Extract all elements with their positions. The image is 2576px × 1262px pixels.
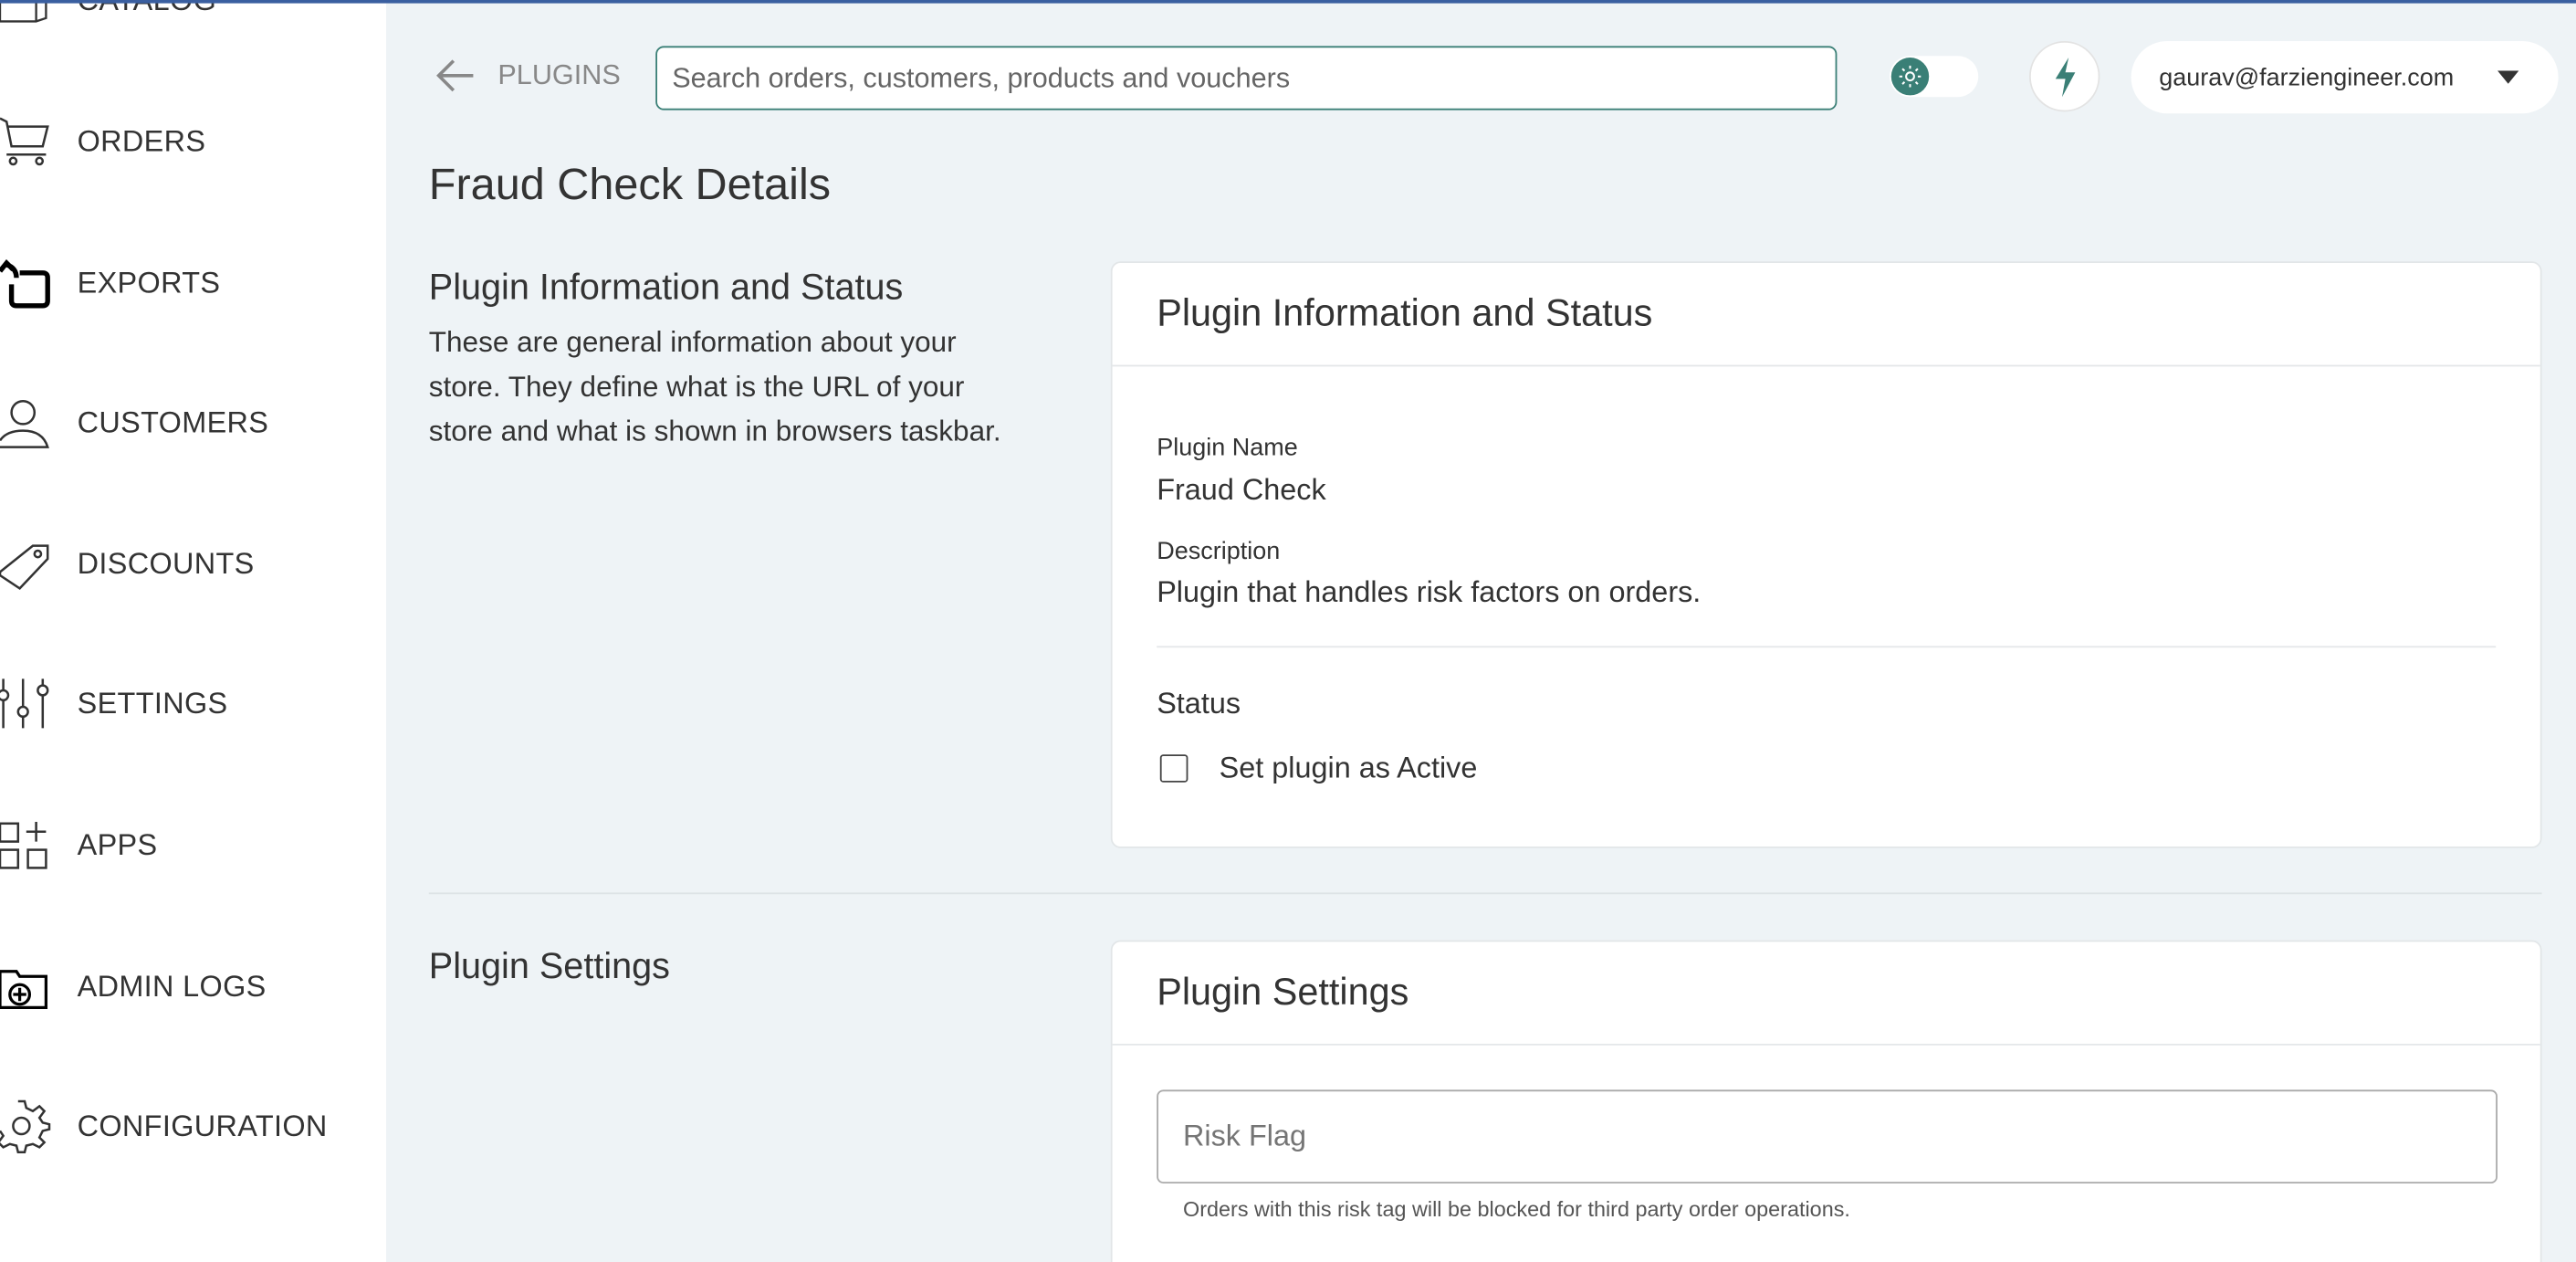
sidebar-item-label: SETTINGS bbox=[77, 686, 228, 720]
sliders-icon bbox=[0, 678, 49, 729]
user-icon bbox=[0, 399, 49, 448]
sidebar-item-orders[interactable]: ORDERS bbox=[0, 109, 386, 174]
risk-flag-help: Orders with this risk tag will be blocke… bbox=[1183, 1196, 1850, 1222]
sidebar-item-label: APPS bbox=[77, 827, 158, 861]
sidebar-item-label: ADMIN LOGS bbox=[77, 969, 267, 1003]
description-line: store and what is shown in browsers task… bbox=[428, 414, 1001, 447]
toggle-knob bbox=[1890, 58, 1930, 96]
tag-icon bbox=[0, 544, 49, 591]
sidebar-item-exports[interactable]: EXPORTS bbox=[0, 250, 386, 316]
folder-plus-icon bbox=[0, 970, 48, 1010]
section-divider bbox=[428, 892, 2542, 895]
sidebar-item-apps[interactable]: APPS bbox=[0, 812, 386, 878]
sidebar-item-catalog[interactable]: CATALOG bbox=[0, 0, 386, 33]
sidebar-item-discounts[interactable]: DISCOUNTS bbox=[0, 531, 386, 596]
cart-icon bbox=[0, 117, 49, 166]
plugin-name-label: Plugin Name bbox=[1157, 434, 1298, 462]
status-label: Status bbox=[1157, 687, 1241, 720]
lightning-icon bbox=[2054, 57, 2075, 97]
section-heading-info: Plugin Information and Status bbox=[428, 266, 904, 308]
card-title: Plugin Information and Status bbox=[1157, 290, 1653, 334]
active-checkbox[interactable] bbox=[1159, 754, 1189, 783]
plugin-settings-card: Plugin Settings Orders with this risk ta… bbox=[1110, 940, 2542, 1262]
sidebar: CATALOG ORDERS EXPORTS CUSTOMERS DISCOUN… bbox=[0, 0, 386, 1262]
gear-icon bbox=[0, 1099, 51, 1154]
section-heading-settings: Plugin Settings bbox=[428, 945, 670, 986]
search-input[interactable] bbox=[655, 46, 1838, 110]
divider bbox=[1112, 364, 2540, 367]
description-value: Plugin that handles risk factors on orde… bbox=[1157, 575, 1702, 608]
plugin-name-value: Fraud Check bbox=[1157, 473, 1326, 507]
sidebar-item-settings[interactable]: SETTINGS bbox=[0, 670, 386, 736]
description-line: store. They define what is the URL of yo… bbox=[428, 370, 965, 403]
section-description: These are general information about your… bbox=[429, 321, 1001, 454]
active-checkbox-label: Set plugin as Active bbox=[1219, 751, 1478, 784]
apps-icon bbox=[0, 821, 47, 869]
user-menu[interactable]: gaurav@farziengineer.com bbox=[2131, 41, 2559, 114]
user-email: gaurav@farziengineer.com bbox=[2159, 63, 2455, 91]
active-checkbox-row[interactable]: Set plugin as Active bbox=[1159, 751, 1478, 786]
divider bbox=[1157, 646, 2497, 648]
sidebar-item-customers[interactable]: CUSTOMERS bbox=[0, 390, 386, 456]
description-label: Description bbox=[1157, 537, 1281, 566]
chevron-down-icon bbox=[2497, 70, 2519, 84]
sidebar-item-configuration[interactable]: CONFIGURATION bbox=[0, 1093, 386, 1159]
sidebar-item-admin-logs[interactable]: ADMIN LOGS bbox=[0, 953, 386, 1019]
description-line: These are general information about your bbox=[428, 325, 957, 359]
top-accent-line bbox=[0, 0, 2576, 4]
back-label: PLUGINS bbox=[497, 58, 621, 90]
sidebar-item-label: DISCOUNTS bbox=[77, 546, 255, 580]
sidebar-item-label: CUSTOMERS bbox=[77, 405, 269, 438]
back-button[interactable]: PLUGINS bbox=[434, 54, 621, 97]
page-title: Fraud Check Details bbox=[428, 159, 832, 209]
arrow-left-icon bbox=[436, 59, 474, 92]
sidebar-item-label: CONFIGURATION bbox=[77, 1109, 328, 1142]
plugin-info-card: Plugin Information and Status Plugin Nam… bbox=[1110, 261, 2542, 848]
box-icon bbox=[0, 0, 47, 23]
sidebar-item-label: ORDERS bbox=[77, 123, 206, 157]
risk-flag-input[interactable] bbox=[1157, 1089, 2497, 1183]
sidebar-item-label: EXPORTS bbox=[77, 265, 221, 299]
theme-toggle[interactable] bbox=[1890, 56, 1979, 98]
sun-icon bbox=[1899, 65, 1922, 88]
card-title: Plugin Settings bbox=[1157, 970, 1409, 1013]
export-icon bbox=[0, 258, 50, 309]
quick-actions-button[interactable] bbox=[2029, 41, 2100, 112]
divider bbox=[1112, 1044, 2540, 1046]
